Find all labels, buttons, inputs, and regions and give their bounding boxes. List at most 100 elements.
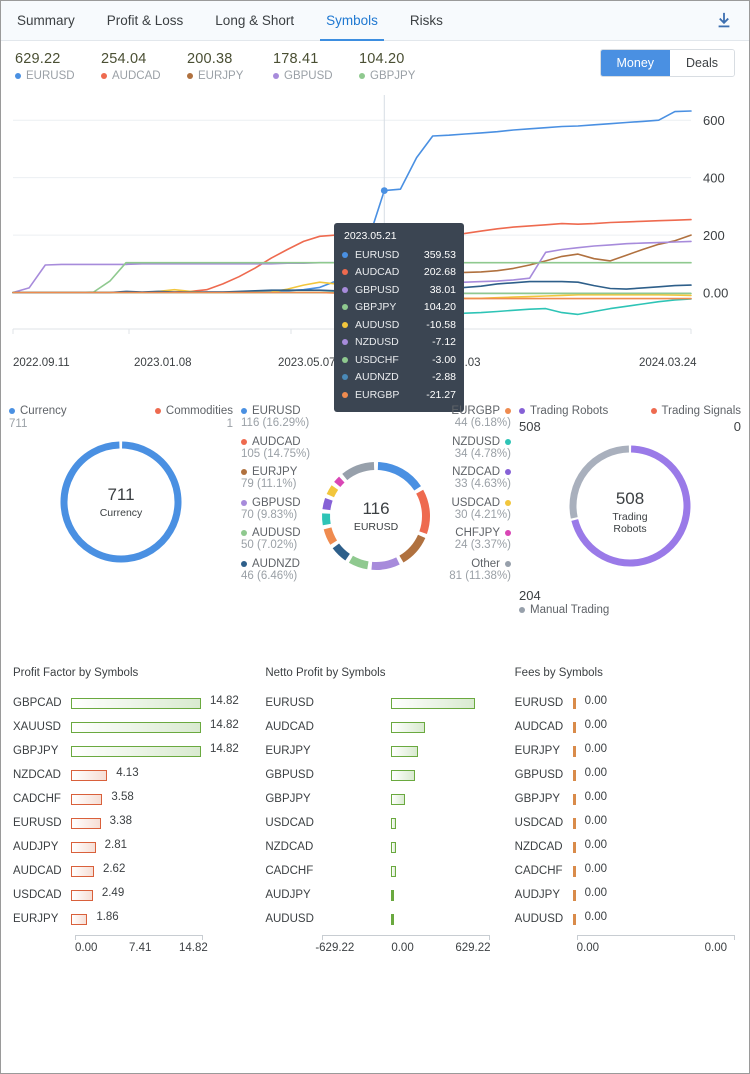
profit-factor-axis: 0.00 7.41 14.82 [13,935,255,961]
legend-name-wrap: AUDCAD [241,436,310,448]
chart-tooltip: 2023.05.21 EURUSD 359.53 AUDCAD 202.68 GBPUS… [334,223,464,412]
svg-text:0.00: 0.00 [703,286,728,301]
table-row: NZDCAD 0.00 [515,835,749,859]
tooltip-row: GBPUSD 38.01 [342,281,456,299]
table-row: USDCAD 0.00 [515,811,749,835]
legend-value: 0 [733,419,741,434]
axis-tick-label: 0.00 [576,942,600,954]
legend-currency[interactable]: Currency 711 [9,405,126,430]
bar [71,842,96,853]
list-item[interactable]: EURJPY 79 (11.1%) [241,466,310,490]
bar [71,698,201,709]
bar-row-label: USDCAD [265,817,314,829]
table-row: NZDCAD 4.13 [13,763,255,787]
list-item[interactable]: AUDCAD 105 (14.75%) [241,436,310,460]
legend-dot-icon [342,321,348,328]
legend-commodities[interactable]: Commodities 1 [126,405,233,430]
bar-row-label: CADCHF [265,865,314,877]
svg-text:600: 600 [703,113,725,128]
legend-label: GBPUSD [252,496,301,509]
tooltip-series-value: 202.68 [423,266,456,279]
bar-row-label: AUDUSD [514,913,564,925]
tooltip-row: GBPJPY 104.20 [342,299,456,317]
legend-trading-signals[interactable]: Trading Signals 0 [629,405,741,434]
robots-legend: Trading Robots 508 Trading Signals 0 [511,405,749,434]
manual-trading-legend[interactable]: 204 Manual Trading [511,588,749,616]
axis-tick-label: 0.00 [75,942,98,954]
list-item[interactable]: CHFJPY 24 (3.37%) [449,527,511,551]
axis-tick-label: 14.82 [179,942,208,954]
bar-row-label: EURJPY [13,913,59,925]
legend-name-wrap: CHFJPY [449,527,511,539]
legend-dot-icon [342,356,348,363]
bar [391,746,419,757]
bar-plot [323,811,504,835]
list-item[interactable]: AUDUSD 50 (7.02%) [241,527,310,551]
deals-toggle-button[interactable]: Deals [670,50,734,76]
bar-plot [323,859,504,883]
list-item[interactable]: EURGBP 44 (6.18%) [449,405,511,429]
list-item[interactable]: AUDNZD 46 (6.46%) [241,558,310,582]
list-item[interactable]: EURUSD 116 (16.29%) [241,405,310,429]
legend-name-wrap: EURJPY [241,466,310,478]
chart-title: Netto Profit by Symbols [265,667,386,679]
bar-plot: 0.00 [572,811,749,835]
tooltip-series-name: GBPUSD [355,283,400,296]
robots-donut-wrap: 508 Trading Robots [511,434,749,584]
tab-symbols[interactable]: Symbols [310,1,394,41]
equity-line-chart: 0.00 200 400 600 2022.09.11 2023.01.08 2023… [1,89,749,412]
table-row: EURUSD [265,691,504,715]
list-item[interactable]: Other 81 (11.38%) [449,558,511,582]
bar [572,746,576,757]
list-item[interactable]: USDCAD 30 (4.21%) [449,497,511,521]
bar-row-label: NZDCAD [514,841,563,853]
bar-plot [323,691,504,715]
legend-value: 70 (9.83%) [241,508,298,521]
tooltip-series-name: USDCHF [355,353,399,366]
robots-donut-chart: 508 TradingRobots [569,445,691,567]
currency-donut-wrap: 711 Currency [1,430,241,580]
download-button[interactable] [715,1,749,40]
bar [391,722,426,733]
legend-label: EURJPY [252,466,298,478]
money-toggle-button[interactable]: Money [600,50,671,76]
legend-value: 81 (11.38%) [449,569,511,582]
tooltip-series-name: NZDUSD [355,336,399,349]
legend-label: EURUSD [252,405,301,417]
stat-value: 200.38 [187,51,233,67]
tab-bar: Summary Profit & Loss Long & Short Symbo… [1,1,749,41]
legend-label: Commodities [165,405,233,417]
legend-trading-robots[interactable]: Trading Robots 508 [519,405,629,434]
x-tick-label: 2023.01.08 [134,357,192,369]
axis-tick-label: 7.41 [129,942,152,954]
tooltip-series-value: 104.20 [423,301,456,314]
svg-text:Currency: Currency [100,507,143,519]
fees-axis: 0.00 0.00 [515,935,749,961]
table-row: EURUSD 3.38 [13,811,255,835]
stat-label: EURJPY [198,70,244,82]
axis-tick-label: 629.22 [455,942,491,954]
bar-row-label: GBPCAD [13,697,62,709]
symbol-stats-row: 629.22 EURUSD 254.04 AUDCAD 200.38 EURJP… [1,41,749,89]
tab-risks[interactable]: Risks [394,1,459,40]
bar [572,914,576,925]
bar-row-label: CADCHF [13,793,61,805]
list-item[interactable]: GBPUSD 70 (9.83%) [241,497,310,521]
list-item[interactable]: NZDUSD 34 (4.78%) [449,436,511,460]
legend-value: 24 (3.37%) [454,539,511,551]
fees-chart: Fees by Symbols EURUSD 0.00 AUDCAD 0.00 EURJ… [505,667,749,961]
bar-value: 0.00 [584,791,608,803]
tab-long-short[interactable]: Long & Short [199,1,310,40]
legend-dot-icon [187,73,193,79]
table-row: AUDUSD [265,907,504,931]
bar-plot: 2.81 [71,835,255,859]
bar-row-label: AUDCAD [514,721,564,733]
tab-profit-loss[interactable]: Profit & Loss [91,1,200,40]
bar-plot: 0.00 [572,787,749,811]
bar [71,866,94,877]
table-row: GBPJPY 0.00 [515,787,749,811]
list-item[interactable]: NZDCAD 33 (4.63%) [449,466,511,490]
tab-label: Risks [409,13,443,28]
tab-summary[interactable]: Summary [1,1,91,40]
bar-value: 0.00 [584,839,608,851]
